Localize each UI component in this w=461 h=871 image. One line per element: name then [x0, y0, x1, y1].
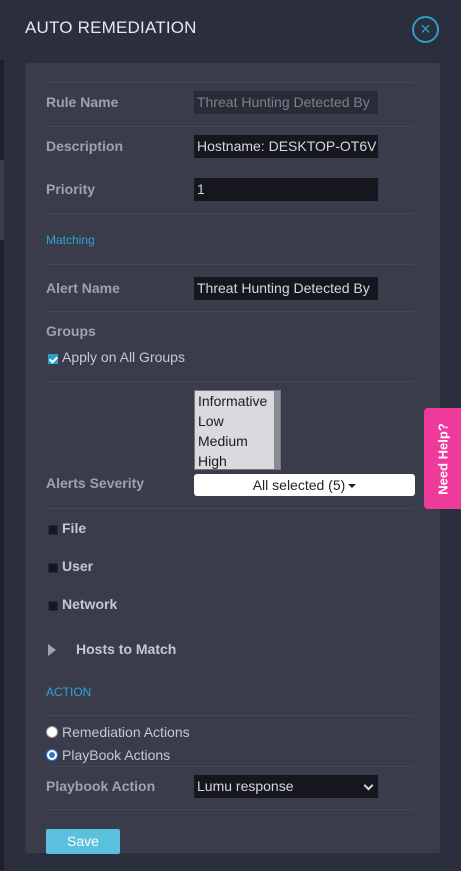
remediation-actions-label: Remediation Actions — [62, 724, 190, 740]
playbook-actions-label: PlayBook Actions — [62, 747, 171, 763]
user-checkbox[interactable] — [48, 563, 58, 573]
need-help-tab[interactable]: Need Help? — [424, 408, 461, 509]
listbox-scrollbar[interactable] — [274, 391, 280, 469]
close-icon[interactable]: × — [412, 16, 439, 43]
left-edge-notch — [0, 160, 4, 240]
row-divider — [46, 311, 415, 312]
row-divider — [46, 508, 415, 509]
severity-listbox[interactable]: Informative Low Medium High — [194, 390, 281, 470]
severity-option[interactable]: Informative — [195, 391, 280, 411]
matching-section-label: Matching — [46, 233, 95, 247]
network-checkbox[interactable] — [48, 601, 58, 611]
action-section-label: ACTION — [46, 685, 92, 699]
alerts-severity-multiselect[interactable]: All selected (5) — [194, 474, 415, 496]
network-label: Network — [62, 596, 118, 612]
priority-input[interactable]: 1 — [194, 178, 378, 201]
left-edge-strip — [0, 60, 4, 870]
apply-all-groups-label: Apply on All Groups — [62, 349, 185, 365]
hosts-to-match-label[interactable]: Hosts to Match — [76, 641, 176, 657]
modal-title: AUTO REMEDIATION — [25, 18, 197, 37]
file-label: File — [62, 520, 87, 536]
description-input[interactable]: Hostname: DESKTOP-OT6V — [194, 135, 378, 158]
rule-name-label: Rule Name — [46, 94, 119, 110]
apply-all-groups-checkbox[interactable] — [48, 354, 58, 364]
file-checkbox[interactable] — [48, 525, 58, 535]
row-divider — [46, 381, 415, 382]
severity-option[interactable]: High — [195, 451, 280, 469]
row-divider — [46, 82, 415, 83]
remediation-actions-radio[interactable] — [46, 726, 58, 738]
caret-down-icon — [348, 484, 357, 489]
user-label: User — [62, 558, 94, 574]
alerts-severity-label: Alerts Severity — [46, 475, 145, 491]
auto-remediation-modal: AUTO REMEDIATION × Rule Name Threat Hunt… — [0, 0, 461, 871]
severity-option[interactable]: Medium — [195, 431, 280, 451]
playbook-actions-radio[interactable] — [46, 749, 58, 761]
row-divider — [46, 766, 415, 767]
chevron-down-icon — [363, 780, 374, 791]
alert-name-input[interactable]: Threat Hunting Detected By — [194, 277, 378, 300]
severity-option[interactable]: Low — [195, 411, 280, 431]
playbook-action-label: Playbook Action — [46, 778, 156, 794]
priority-label: Priority — [46, 181, 96, 197]
row-divider — [46, 264, 415, 265]
save-button[interactable]: Save — [46, 829, 120, 854]
row-divider — [46, 715, 415, 716]
listbox-scrollbar-thumb[interactable] — [274, 391, 280, 469]
row-divider — [46, 213, 415, 214]
playbook-action-select[interactable]: Lumu response — [194, 775, 378, 798]
alert-name-label: Alert Name — [46, 280, 120, 296]
row-divider — [46, 809, 415, 810]
expand-triangle-icon[interactable] — [48, 644, 56, 656]
description-label: Description — [46, 138, 124, 154]
need-help-label: Need Help? — [435, 422, 450, 495]
alerts-severity-value: All selected (5) — [252, 477, 346, 493]
playbook-action-value: Lumu response — [197, 778, 294, 794]
row-divider — [46, 126, 415, 127]
groups-label: Groups — [46, 323, 96, 339]
rule-name-input[interactable]: Threat Hunting Detected By — [194, 91, 378, 114]
